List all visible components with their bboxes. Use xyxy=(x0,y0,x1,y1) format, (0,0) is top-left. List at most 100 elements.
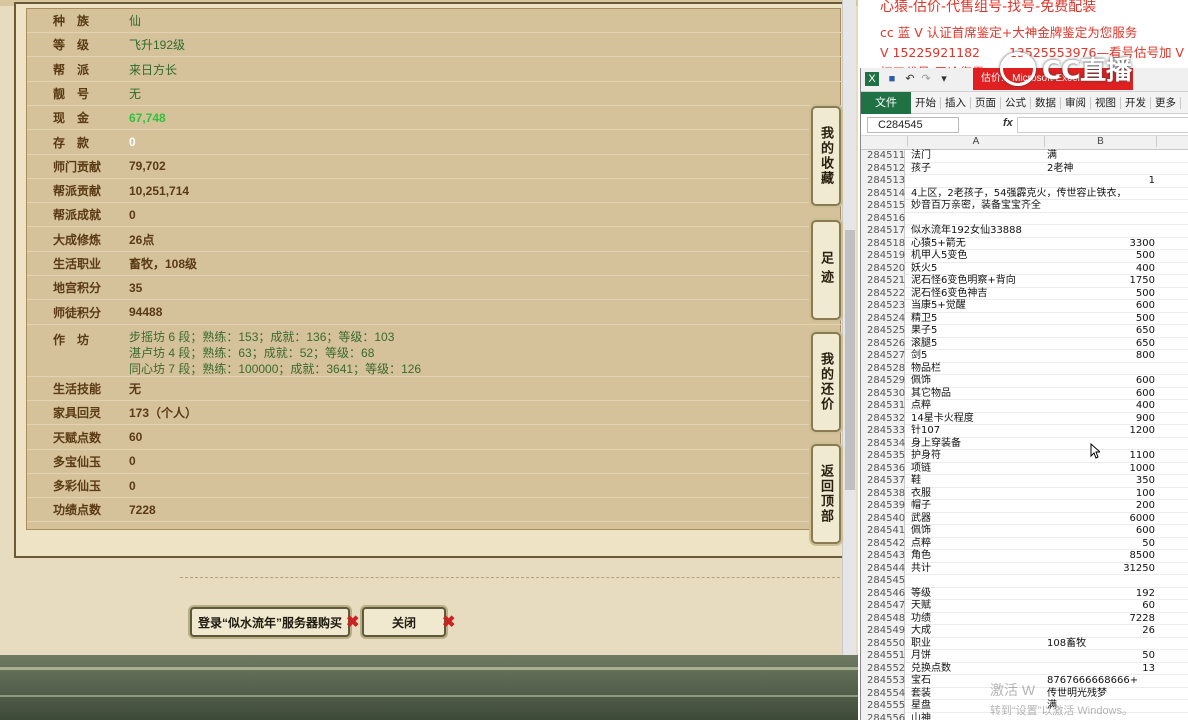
row-number[interactable]: 284546 xyxy=(861,587,905,600)
sheet-row[interactable]: 284523 当康5+觉醒 600 xyxy=(861,300,1188,313)
sheet-row[interactable]: 284551 月饼 50 xyxy=(861,650,1188,663)
sheet-row[interactable]: 284530 其它物品 600 xyxy=(861,387,1188,401)
sheet-row[interactable]: 284517 似水流年192女仙33888 xyxy=(861,225,1188,238)
cell-b[interactable]: 2老神 xyxy=(1047,163,1155,176)
ribbon-tab[interactable]: 视图 xyxy=(1091,96,1121,109)
cell-a[interactable]: 点粹 xyxy=(911,538,931,551)
row-number[interactable]: 284550 xyxy=(861,637,905,650)
cell-a[interactable]: 当康5+觉醒 xyxy=(911,300,966,313)
cell-a[interactable]: 似水流年192女仙33888 xyxy=(911,225,1022,238)
row-number[interactable]: 284524 xyxy=(861,312,905,325)
cell-b[interactable]: 3300 xyxy=(1047,238,1155,251)
sheet-row[interactable]: 284541 佩饰 600 xyxy=(861,525,1188,538)
row-number[interactable]: 284519 xyxy=(861,250,905,263)
cell-a[interactable]: 宝石 xyxy=(911,675,931,688)
undo-icon[interactable]: ↶ xyxy=(903,72,917,86)
cell-a[interactable]: 佩饰 xyxy=(911,375,931,388)
cell-a[interactable]: 护身符 xyxy=(911,450,941,463)
cell-b[interactable]: 650 xyxy=(1047,338,1155,351)
row-number[interactable]: 284555 xyxy=(861,700,905,713)
cell-b[interactable]: 192 xyxy=(1047,588,1155,601)
cell-b[interactable]: 600 xyxy=(1047,388,1155,401)
cell-a[interactable]: 职业 xyxy=(911,638,931,651)
cell-b[interactable]: 600 xyxy=(1047,300,1155,313)
cell-b[interactable]: 8767666668666+ xyxy=(1047,675,1155,688)
sheet-row[interactable]: 284511 法门 满 xyxy=(861,150,1188,163)
cell-a[interactable]: 星盘 xyxy=(911,700,931,713)
page-scrollbar[interactable] xyxy=(842,0,856,660)
cell-b[interactable]: 400 xyxy=(1047,400,1155,413)
row-number[interactable]: 284556 xyxy=(861,712,905,720)
cell-a[interactable]: 大成 xyxy=(911,625,931,638)
cell-b[interactable]: 500 xyxy=(1047,288,1155,301)
scrollbar-thumb[interactable] xyxy=(845,230,855,490)
row-number[interactable]: 284521 xyxy=(861,275,905,288)
sheet-row[interactable]: 284512 孩子 2老神 xyxy=(861,162,1188,176)
cell-b[interactable]: 400 xyxy=(1047,263,1155,276)
row-number[interactable]: 284511 xyxy=(861,150,905,163)
name-box[interactable]: C284545 xyxy=(867,117,959,133)
sheet-row[interactable]: 284547 天赋 60 xyxy=(861,600,1188,613)
cell-a[interactable]: 4上区，2老孩子，54强霹克火，传世容止铁衣， xyxy=(911,188,1126,201)
customize-icon[interactable]: ▾ xyxy=(937,72,951,86)
cell-a[interactable]: 剑5 xyxy=(911,350,927,363)
column-b-header[interactable]: B xyxy=(1045,136,1157,147)
cell-b[interactable]: 600 xyxy=(1047,525,1155,538)
row-number[interactable]: 284515 xyxy=(861,200,905,213)
sheet-row[interactable]: 284515 妙音百万亲密，装备宝宝齐全 xyxy=(861,200,1188,213)
cell-a[interactable]: 项链 xyxy=(911,463,931,476)
sheet-row[interactable]: 284532 14星卡火程度 900 xyxy=(861,412,1188,426)
row-number[interactable]: 284528 xyxy=(861,362,905,375)
row-number[interactable]: 284541 xyxy=(861,525,905,538)
cell-a[interactable]: 泥石怪6变色明察+背向 xyxy=(911,275,1016,288)
cell-a[interactable]: 套装 xyxy=(911,688,931,701)
fx-icon[interactable]: fx xyxy=(1003,117,1013,129)
cell-b[interactable]: 50 xyxy=(1047,538,1155,551)
file-tab[interactable]: 文件 xyxy=(861,91,911,114)
row-number[interactable]: 284512 xyxy=(861,162,905,175)
cell-a[interactable]: 妙音百万亲密，装备宝宝齐全 xyxy=(911,200,1041,213)
sheet-row[interactable]: 284514 4上区，2老孩子，54强霹克火，传世容止铁衣， xyxy=(861,187,1188,201)
row-number[interactable]: 284527 xyxy=(861,350,905,363)
sheet-row[interactable]: 284513 1 xyxy=(861,175,1188,188)
sheet-row[interactable]: 284552 兑换点数 13 xyxy=(861,662,1188,676)
row-number[interactable]: 284547 xyxy=(861,600,905,613)
sheet-row[interactable]: 284550 职业 108畜牧 xyxy=(861,637,1188,651)
sheet-row[interactable]: 284549 大成 26 xyxy=(861,625,1188,638)
cell-a[interactable]: 兑换点数 xyxy=(911,663,951,676)
row-number[interactable]: 284534 xyxy=(861,437,905,450)
cell-b[interactable]: 900 xyxy=(1047,413,1155,426)
row-number[interactable]: 284517 xyxy=(861,225,905,238)
cell-b[interactable]: 50 xyxy=(1047,650,1155,663)
row-number[interactable]: 284522 xyxy=(861,287,905,300)
close-button[interactable]: 关闭 xyxy=(362,607,446,637)
cell-a[interactable]: 月饼 xyxy=(911,650,931,663)
ribbon-tab[interactable]: 插入 xyxy=(941,96,971,109)
row-number[interactable]: 284542 xyxy=(861,537,905,550)
cell-b[interactable]: 650 xyxy=(1047,325,1155,338)
cell-b[interactable]: 13 xyxy=(1047,663,1155,676)
cell-a[interactable]: 山神 xyxy=(911,713,931,720)
row-number[interactable]: 284548 xyxy=(861,612,905,625)
cell-a[interactable]: 天赋 xyxy=(911,600,931,613)
cell-b[interactable]: 100 xyxy=(1047,488,1155,501)
row-number[interactable]: 284532 xyxy=(861,412,905,425)
sheet-row[interactable]: 284544 共计 31250 xyxy=(861,562,1188,576)
cell-a[interactable]: 法门 xyxy=(911,150,931,163)
cell-b[interactable]: 1200 xyxy=(1047,425,1155,438)
sheet-row[interactable]: 284528 物品栏 xyxy=(861,362,1188,375)
sheet-row[interactable]: 284543 角色 8500 xyxy=(861,550,1188,563)
sheet-row[interactable]: 284527 剑5 800 xyxy=(861,350,1188,363)
cell-b[interactable]: 6000 xyxy=(1047,513,1155,526)
save-icon[interactable]: ■ xyxy=(885,72,899,86)
row-number[interactable]: 284554 xyxy=(861,687,905,700)
sheet-row[interactable]: 284525 果子5 650 xyxy=(861,325,1188,338)
row-number[interactable]: 284539 xyxy=(861,500,905,513)
cell-b[interactable]: 31250 xyxy=(1047,563,1155,576)
cell-b[interactable]: 500 xyxy=(1047,313,1155,326)
sheet-row[interactable]: 284521 泥石怪6变色明察+背向 1750 xyxy=(861,275,1188,288)
row-number[interactable]: 284533 xyxy=(861,425,905,438)
ribbon-tab[interactable]: 开始 xyxy=(911,96,941,109)
sheet-row[interactable]: 284546 等级 192 xyxy=(861,587,1188,601)
sheet-row[interactable]: 284540 武器 6000 xyxy=(861,512,1188,526)
